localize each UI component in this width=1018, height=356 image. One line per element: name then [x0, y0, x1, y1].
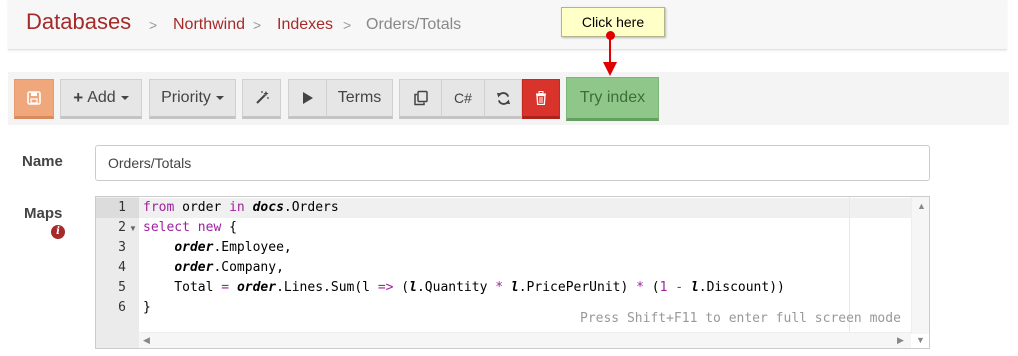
scroll-left-icon[interactable]: ◀: [143, 335, 150, 346]
code-line: Total = order.Lines.Sum(l => (l.Quantity…: [143, 280, 785, 295]
add-button-label: Add: [87, 89, 116, 106]
refresh-button[interactable]: [484, 79, 522, 119]
try-index-button-label: Try index: [579, 89, 646, 106]
code-line: order.Company,: [174, 260, 284, 275]
magic-wand-icon: [254, 90, 270, 106]
play-icon: [302, 91, 314, 105]
maps-label: Maps: [24, 205, 63, 222]
line-number: 1: [96, 198, 139, 218]
plus-icon: +: [73, 88, 84, 107]
breadcrumb-separator: >: [253, 17, 262, 33]
play-button[interactable]: [288, 79, 326, 119]
copy-icon: [413, 90, 429, 106]
breadcrumb-separator: >: [343, 17, 352, 33]
breadcrumb-current: Orders/Totals: [366, 16, 462, 33]
terms-button-label: Terms: [337, 89, 382, 106]
breadcrumb-separator: >: [149, 17, 158, 33]
code-line: order.Employee,: [174, 240, 292, 255]
csharp-button[interactable]: C#: [441, 79, 484, 119]
line-number: 6: [118, 300, 126, 315]
fold-toggle-icon[interactable]: ▼: [129, 224, 137, 233]
breadcrumb-indexes-link[interactable]: Indexes: [277, 16, 333, 34]
line-number: 4: [118, 260, 126, 275]
delete-button[interactable]: [522, 79, 560, 119]
line-number: 2: [118, 220, 126, 235]
terms-button[interactable]: Terms: [326, 79, 393, 119]
save-button[interactable]: [14, 79, 54, 119]
try-index-button[interactable]: Try index: [566, 77, 659, 121]
info-icon[interactable]: i: [51, 225, 65, 239]
format-button[interactable]: [242, 79, 281, 119]
code-line: }: [143, 300, 151, 315]
index-name-input[interactable]: [95, 145, 930, 181]
caret-down-icon: [120, 96, 129, 100]
print-margin: [849, 197, 850, 348]
fullscreen-hint: Press Shift+F11 to enter full screen mod…: [580, 311, 901, 326]
caret-down-icon: [215, 96, 224, 100]
line-number: 3: [118, 240, 126, 255]
breadcrumb-database-link[interactable]: Northwind: [173, 16, 245, 34]
priority-button[interactable]: Priority: [149, 79, 236, 119]
scroll-right-icon[interactable]: ▶: [897, 335, 904, 346]
breadcrumb-databases[interactable]: Databases: [26, 9, 131, 35]
scroll-down-icon[interactable]: ▼: [916, 335, 925, 345]
code-line: from order in docs.Orders: [143, 200, 339, 215]
breadcrumb: Databases > Northwind > Indexes > Orders…: [8, 0, 1007, 50]
maps-code-editor[interactable]: 1 2 ▼ 3 4 5 6 from order in docs.Orders …: [95, 196, 930, 349]
add-button[interactable]: + Add: [60, 79, 142, 119]
save-icon: [27, 91, 41, 105]
name-label: Name: [22, 153, 63, 170]
code-line: select new {: [143, 220, 237, 235]
tooltip-arrow: [603, 36, 617, 76]
editor-horizontal-scrollbar[interactable]: ◀ ▶: [139, 332, 911, 348]
line-number: 5: [118, 280, 126, 295]
editor-vertical-scrollbar[interactable]: ▲: [911, 197, 929, 334]
trash-icon: [535, 91, 547, 105]
refresh-icon: [496, 91, 511, 106]
scroll-up-icon[interactable]: ▲: [917, 201, 926, 211]
csharp-button-label: C#: [454, 90, 472, 106]
copy-button[interactable]: [399, 79, 441, 119]
priority-button-label: Priority: [161, 89, 211, 106]
